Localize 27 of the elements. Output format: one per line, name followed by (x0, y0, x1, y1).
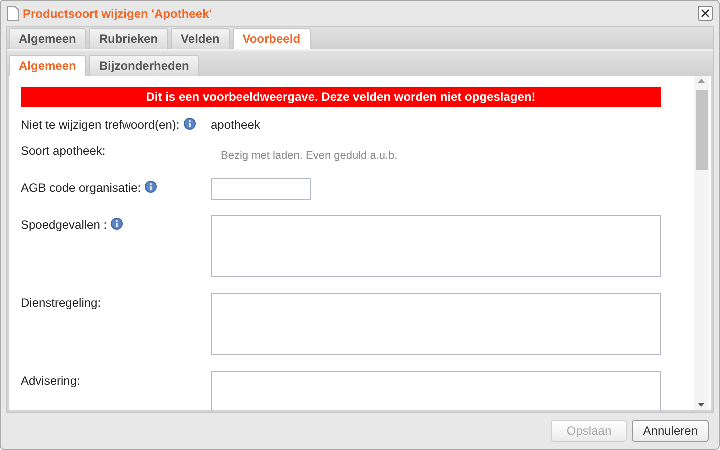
field-label: Niet te wijzigen trefwoord(en): (21, 117, 180, 134)
warning-banner: Dit is een voorbeeldweergave. Deze velden worden niet opgeslagen! (21, 87, 661, 107)
tab[interactable]: Rubrieken (89, 28, 168, 49)
window-title: Productsoort wijzigen 'Apotheek' (23, 6, 212, 22)
field-label: Dienstregeling: (21, 295, 102, 312)
tab[interactable]: Algemeen (9, 28, 86, 49)
field-label: AGB code organisatie: (21, 180, 142, 197)
scrollbar[interactable] (694, 76, 709, 410)
tab[interactable]: Bijzonderheden (89, 55, 200, 76)
field-label: Spoedgevallen : (21, 217, 108, 234)
tab[interactable]: Velden (171, 28, 230, 49)
footer-button[interactable]: Annuleren (632, 420, 709, 442)
close-button[interactable] (698, 6, 713, 21)
scroll-up-icon[interactable] (698, 79, 705, 83)
close-icon (701, 9, 710, 18)
tab[interactable]: Algemeen (9, 55, 86, 76)
input-field[interactable] (211, 178, 311, 200)
field-label: Soort apotheek: (21, 143, 106, 160)
loading-text: Bezig met laden. Even geduld a.u.b. (221, 149, 398, 164)
scroll-down-icon[interactable] (698, 403, 705, 407)
scrollbar-thumb[interactable] (696, 90, 708, 170)
tab[interactable]: Voorbeeld (232, 28, 311, 49)
field-value: apotheek (211, 117, 260, 134)
text-area[interactable] (211, 293, 661, 355)
document-icon (7, 6, 19, 21)
text-area[interactable] (211, 215, 661, 277)
field-label: Advisering: (21, 373, 80, 390)
